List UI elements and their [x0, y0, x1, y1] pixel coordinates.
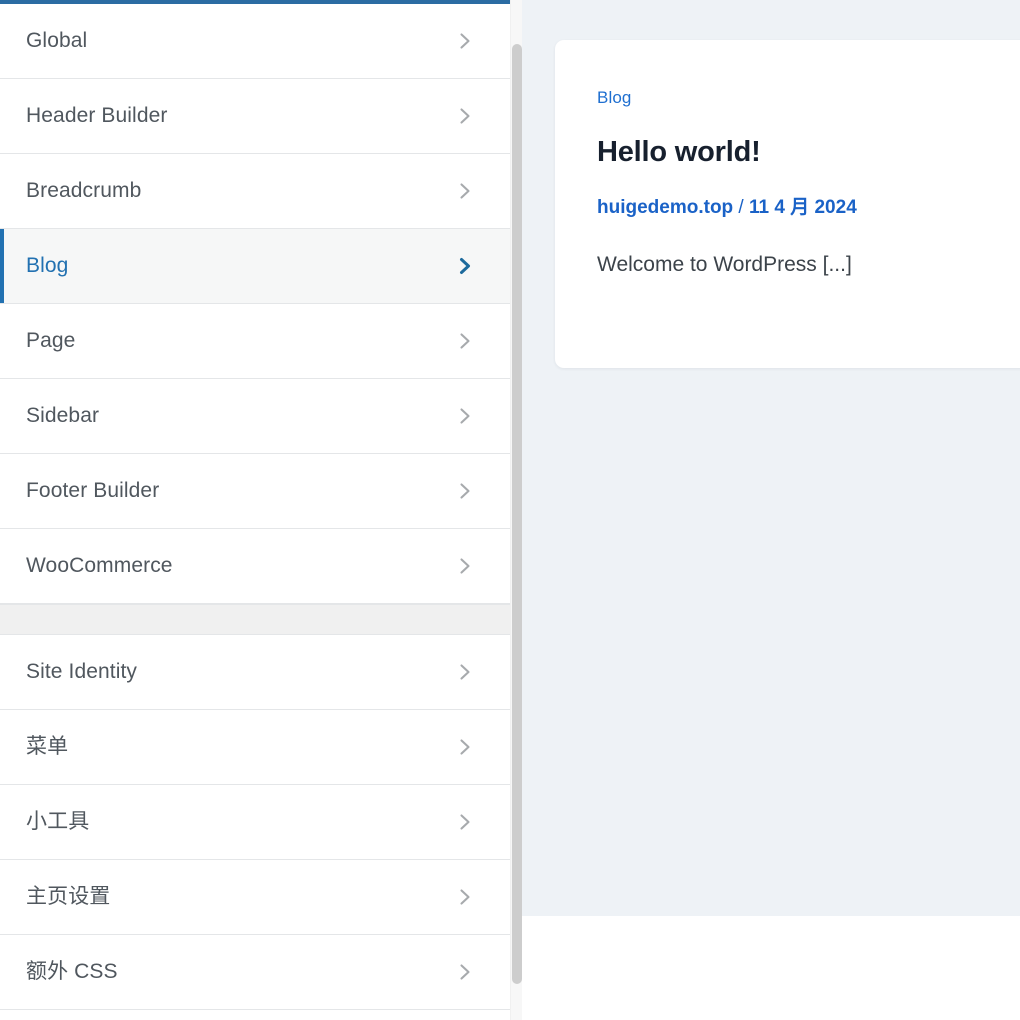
chevron-right-icon [454, 180, 476, 202]
chevron-right-icon [454, 961, 476, 983]
panel-label: WooCommerce [26, 554, 173, 578]
panel-group-separator [0, 604, 510, 635]
panel-label: Sidebar [26, 404, 100, 428]
panel-row-woocommerce[interactable]: WooCommerce [0, 529, 510, 604]
chevron-right-icon [454, 811, 476, 833]
panel-row-additional-css[interactable]: 额外 CSS [0, 935, 510, 1010]
post-title[interactable]: Hello world! [597, 136, 1020, 169]
panel-row-header-builder[interactable]: Header Builder [0, 79, 510, 154]
panel-row-widgets[interactable]: 小工具 [0, 785, 510, 860]
chevron-right-icon [454, 330, 476, 352]
post-meta-date[interactable]: 11 4 月 2024 [749, 197, 857, 218]
chevron-right-icon [454, 886, 476, 908]
chevron-right-icon [454, 555, 476, 577]
panel-row-footer-builder[interactable]: Footer Builder [0, 454, 510, 529]
panel-row-page[interactable]: Page [0, 304, 510, 379]
chevron-right-icon [454, 405, 476, 427]
panel-row-homepage-settings[interactable]: 主页设置 [0, 860, 510, 935]
post-meta-author[interactable]: huigedemo.top [597, 197, 733, 218]
panel-label: 小工具 [26, 810, 90, 834]
customizer-screen: Global Header Builder Breadcrumb Blog Pa… [0, 0, 1020, 1020]
panel-row-menus[interactable]: 菜单 [0, 710, 510, 785]
chevron-right-icon [454, 480, 476, 502]
panel-label: Page [26, 329, 76, 353]
chevron-right-icon [454, 736, 476, 758]
panel-label: Global [26, 29, 88, 53]
post-meta-separator: / [733, 196, 749, 218]
panel-label: Breadcrumb [26, 179, 142, 203]
chevron-right-icon [454, 30, 476, 52]
panel-row-global[interactable]: Global [0, 4, 510, 79]
panel-label: Header Builder [26, 104, 168, 128]
chevron-right-icon [454, 105, 476, 127]
post-meta: huigedemo.top / 11 4 月 2024 [597, 196, 1020, 220]
post-excerpt: Welcome to WordPress [...] [597, 253, 852, 277]
sidebar-scrollbar-thumb[interactable] [512, 44, 522, 984]
panel-row-breadcrumb[interactable]: Breadcrumb [0, 154, 510, 229]
panel-label: 额外 CSS [26, 960, 118, 984]
panel-list: Global Header Builder Breadcrumb Blog Pa… [0, 4, 510, 1010]
panel-label: Site Identity [26, 660, 138, 684]
post-category-link[interactable]: Blog [597, 88, 631, 108]
site-preview-area: Blog Hello world! huigedemo.top / 11 4 月… [522, 0, 1020, 1020]
panel-row-site-identity[interactable]: Site Identity [0, 635, 510, 710]
panel-label: Blog [26, 254, 69, 278]
blog-post-card: Blog Hello world! huigedemo.top / 11 4 月… [555, 40, 1020, 368]
chevron-right-icon [454, 255, 476, 277]
chevron-right-icon [454, 661, 476, 683]
panel-label: 菜单 [26, 735, 69, 759]
customizer-sidebar: Global Header Builder Breadcrumb Blog Pa… [0, 0, 510, 1020]
site-preview-frame: Blog Hello world! huigedemo.top / 11 4 月… [522, 0, 1020, 916]
sidebar-scrollbar-track[interactable] [510, 0, 522, 1020]
panel-row-blog[interactable]: Blog [0, 229, 510, 304]
panel-label: 主页设置 [26, 885, 111, 909]
panel-row-sidebar[interactable]: Sidebar [0, 379, 510, 454]
panel-label: Footer Builder [26, 479, 160, 503]
